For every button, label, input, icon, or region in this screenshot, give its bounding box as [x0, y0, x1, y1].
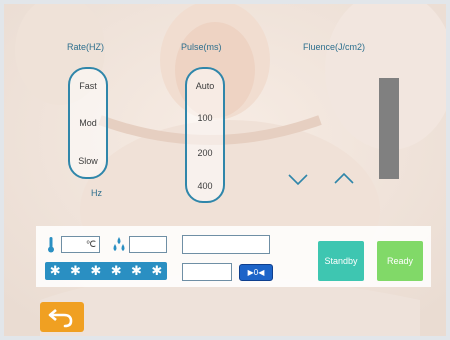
thermometer-icon [48, 237, 54, 253]
fluence-level-bar [379, 78, 399, 179]
pulse-option-400[interactable]: 400 [187, 181, 223, 191]
rate-selector: Fast Mod Slow [68, 67, 108, 179]
standby-button[interactable]: Standby [318, 241, 364, 281]
back-arrow-icon [48, 309, 73, 328]
water-level-display [129, 236, 167, 253]
shot-count-display [182, 235, 270, 254]
pulse-option-auto[interactable]: Auto [187, 81, 223, 91]
chevron-down-icon[interactable] [287, 171, 309, 187]
rate-header: Rate(HZ) [67, 42, 105, 52]
level-star: ✱ [90, 263, 102, 278]
temperature-display: ℃ [61, 236, 100, 253]
rate-option-slow[interactable]: Slow [70, 156, 106, 166]
ready-button[interactable]: Ready [377, 241, 423, 281]
rate-option-mod[interactable]: Mod [70, 118, 106, 128]
rate-option-fast[interactable]: Fast [70, 81, 106, 91]
level-star: ✱ [131, 263, 142, 278]
level-star: ✱ [110, 263, 122, 278]
counter-display [182, 263, 232, 281]
chevron-up-icon[interactable] [333, 171, 355, 187]
pulse-option-100[interactable]: 100 [187, 113, 223, 123]
water-drops-icon [113, 237, 125, 251]
level-star: ✱ [49, 263, 61, 278]
pulse-selector: Auto 100 200 400 [185, 67, 225, 203]
energy-level-indicator: ✱ ✱ ✱ ✱ ✱ ✱ [45, 262, 167, 280]
pulse-header: Pulse(ms) [181, 42, 222, 52]
level-star: ✱ [70, 263, 81, 278]
pulse-option-200[interactable]: 200 [187, 148, 223, 158]
fluence-header: Fluence(J/cm2) [303, 42, 366, 52]
level-star: ✱ [151, 263, 163, 278]
reset-counter-button[interactable]: ▶0◀ [239, 264, 273, 281]
back-button[interactable] [40, 302, 84, 332]
rate-unit: Hz [91, 188, 102, 198]
